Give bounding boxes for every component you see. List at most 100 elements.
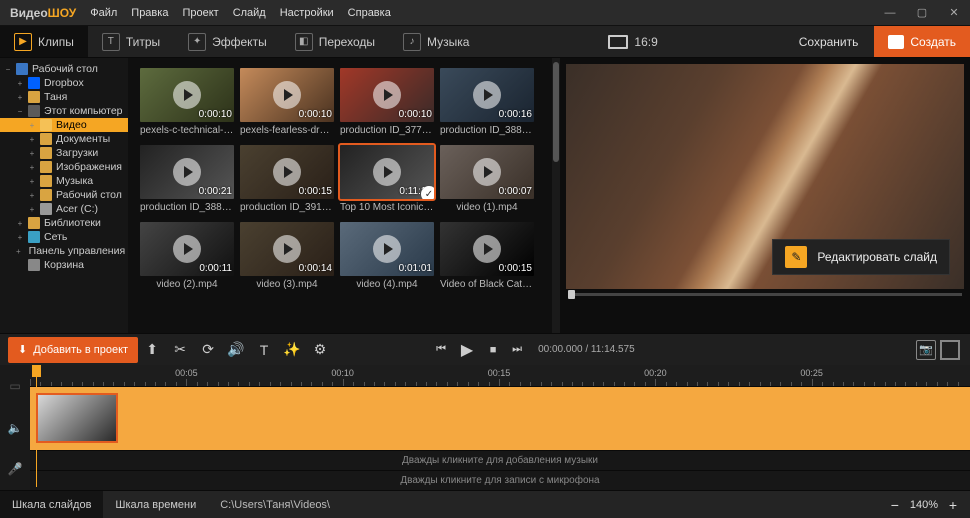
playhead-marker[interactable] — [32, 365, 41, 377]
tree-row[interactable]: +Видео — [0, 118, 128, 132]
clip-thumb[interactable]: 0:00:21 — [140, 145, 234, 199]
tree-twisty[interactable]: + — [16, 93, 24, 102]
playback-controls: ⏮ ▶ ■ ⏭ 00:00.000 / 11:14.575 — [432, 339, 635, 361]
stop-button[interactable]: ■ — [484, 341, 502, 359]
tree-twisty[interactable]: + — [28, 121, 36, 130]
tree-twisty[interactable]: + — [16, 247, 21, 256]
menu-edit[interactable]: Правка — [131, 7, 168, 19]
mic-hint-track[interactable]: Дважды кликните для записи с микрофона — [30, 470, 970, 490]
clip-thumb[interactable]: 0:00:11 — [140, 222, 234, 276]
clip-thumb[interactable]: 0:00:14 — [240, 222, 334, 276]
tree-row[interactable]: +Таня — [0, 90, 128, 104]
scale-slides-tab[interactable]: Шкала слайдов — [0, 491, 103, 518]
clip-thumb[interactable]: 0:00:15 — [240, 145, 334, 199]
tree-twisty[interactable]: − — [16, 107, 24, 116]
tree-twisty[interactable]: + — [16, 79, 24, 88]
close-icon[interactable]: ✕ — [948, 7, 960, 19]
tree-row[interactable]: −Этот компьютер — [0, 104, 128, 118]
clip-thumb[interactable]: 0:11:15✓ — [340, 145, 434, 199]
clip-thumb[interactable]: 0:00:07 — [440, 145, 534, 199]
fullscreen-icon[interactable] — [940, 340, 960, 360]
tree-twisty[interactable]: + — [16, 219, 24, 228]
tab-effects[interactable]: ✦Эффекты — [174, 26, 281, 57]
preview-panel: ✎ Редактировать слайд — [560, 58, 970, 333]
clip-thumb[interactable]: 0:00:10 — [340, 68, 434, 122]
tree-twisty[interactable]: + — [16, 233, 24, 242]
add-to-project-button[interactable]: ⬇Добавить в проект — [8, 337, 138, 363]
menu-file[interactable]: Файл — [90, 7, 117, 19]
aspect-selector[interactable]: 16:9 — [594, 35, 671, 49]
gear-icon[interactable]: ⚙ — [306, 336, 334, 364]
clip-thumb[interactable]: 0:01:01 — [340, 222, 434, 276]
edit-slide-button[interactable]: ✎ Редактировать слайд — [772, 239, 950, 275]
video-track[interactable] — [30, 387, 970, 450]
clip-cell: 0:00:14video (3).mp4 — [240, 222, 334, 293]
tree-twisty[interactable]: + — [28, 177, 36, 186]
music-hint-track[interactable]: Дважды кликните для добавления музыки — [30, 450, 970, 470]
play-overlay-icon — [473, 158, 501, 186]
next-button[interactable]: ⏭ — [508, 341, 526, 359]
minimize-icon[interactable]: — — [884, 7, 896, 19]
menubar: ВидеоШОУ Файл Правка Проект Слайд Настро… — [0, 0, 970, 26]
menu-slide[interactable]: Слайд — [233, 7, 266, 19]
tree-row[interactable]: +Acer (C:) — [0, 202, 128, 216]
tree-row[interactable]: − Рабочий стол — [0, 62, 128, 76]
text-tool-icon[interactable]: T — [250, 336, 278, 364]
tree-twisty[interactable]: + — [28, 149, 36, 158]
menu-settings[interactable]: Настройки — [280, 7, 334, 19]
zoom-in-button[interactable]: + — [946, 497, 960, 513]
tree-row[interactable]: +Загрузки — [0, 146, 128, 160]
save-button[interactable]: Сохранить — [783, 26, 875, 57]
create-button[interactable]: Создать — [874, 26, 970, 57]
clip-thumb[interactable]: 0:00:16 — [440, 68, 534, 122]
clip-thumb[interactable]: 0:00:15 — [440, 222, 534, 276]
tree-row[interactable]: +Библиотеки — [0, 216, 128, 230]
tree-row[interactable]: +Изображения — [0, 160, 128, 174]
tree-row[interactable]: +Рабочий стол — [0, 188, 128, 202]
scale-time-tab[interactable]: Шкала времени — [103, 491, 208, 518]
tab-titles[interactable]: TТитры — [88, 26, 174, 57]
aspect-label: 16:9 — [634, 35, 657, 49]
effects-icon: ✦ — [188, 33, 206, 51]
clip-cell: 0:00:11video (2).mp4 — [140, 222, 234, 293]
rotate-icon[interactable]: ⟳ — [194, 336, 222, 364]
tree-row[interactable]: +Музыка — [0, 174, 128, 188]
tree-row[interactable]: +Панель управления — [0, 244, 128, 258]
tree-twisty[interactable]: + — [28, 135, 36, 144]
zoom-out-button[interactable]: − — [888, 497, 902, 513]
play-overlay-icon — [273, 81, 301, 109]
play-button[interactable]: ▶ — [456, 339, 478, 361]
tree-twisty[interactable]: + — [28, 205, 36, 214]
tree-row[interactable]: +Dropbox — [0, 76, 128, 90]
clip-thumb[interactable]: 0:00:10 — [140, 68, 234, 122]
menu-project[interactable]: Проект — [182, 7, 218, 19]
parent-folder-icon[interactable]: ⬆ — [138, 336, 166, 364]
timeline-ruler[interactable]: 00:0500:1000:1500:2000:25 — [30, 365, 970, 387]
tree-twisty[interactable]: + — [28, 191, 36, 200]
tree-row[interactable]: +Документы — [0, 132, 128, 146]
timeline-slide[interactable] — [36, 393, 118, 443]
tree-label: Рабочий стол — [32, 63, 98, 75]
volume-icon[interactable]: 🔊 — [222, 336, 250, 364]
tab-music[interactable]: ♪Музыка — [389, 26, 483, 57]
tab-transitions[interactable]: ◧Переходы — [281, 26, 389, 57]
tree-twisty[interactable]: − — [4, 65, 12, 74]
menu-help[interactable]: Справка — [348, 7, 391, 19]
clip-thumb[interactable]: 0:00:10 — [240, 68, 334, 122]
prev-button[interactable]: ⏮ — [432, 341, 450, 359]
tab-clips[interactable]: ▶Клипы — [0, 26, 88, 57]
tree-row[interactable]: +Сеть — [0, 230, 128, 244]
tree-twisty[interactable]: + — [28, 163, 36, 172]
video-track-icon[interactable]: ▭ — [0, 365, 30, 407]
clip-duration: 0:00:16 — [499, 109, 532, 120]
zoom-control: − 140% + — [878, 497, 970, 513]
snapshot-icon[interactable]: 📷 — [916, 340, 936, 360]
preview-seekbar[interactable] — [566, 289, 964, 299]
wand-icon[interactable]: ✨ — [278, 336, 306, 364]
clips-scrollbar[interactable] — [552, 58, 560, 333]
maximize-icon[interactable]: ▢ — [916, 7, 928, 19]
audio-track-icon[interactable]: 🔈 — [0, 407, 30, 449]
cut-icon[interactable]: ✂ — [166, 336, 194, 364]
mic-track-icon[interactable]: 🎤 — [0, 448, 30, 490]
tree-row[interactable]: Корзина — [0, 258, 128, 272]
